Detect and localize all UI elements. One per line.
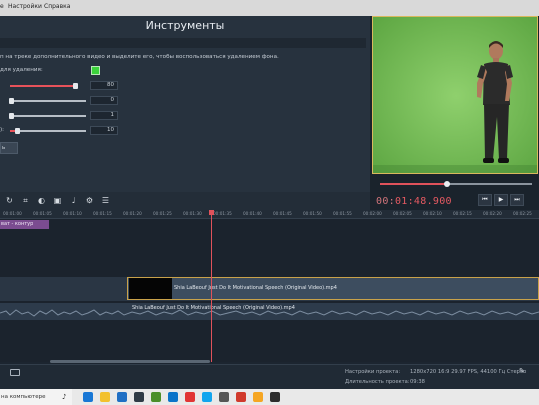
ruler-tick: 00:01:25 (153, 211, 172, 216)
video-clip-thumbnail (129, 278, 172, 299)
playhead[interactable] (211, 210, 212, 362)
timecode-main: 01:48.900 (394, 196, 452, 207)
ruler-tick: 00:01:35 (213, 211, 232, 216)
ruler-tick: 00:01:40 (243, 211, 262, 216)
prev-frame-button[interactable]: ⏮ (478, 194, 492, 206)
menu-item-help[interactable]: Справка (44, 3, 70, 10)
slider-track[interactable] (10, 115, 86, 117)
timeline-scrollbar[interactable] (50, 360, 210, 363)
ruler-tick: 00:01:55 (333, 211, 352, 216)
status-bar (0, 364, 539, 389)
menu-item-file[interactable]: е (0, 3, 4, 10)
crop-icon[interactable]: ⌗ (20, 195, 31, 206)
playhead-handle[interactable] (209, 210, 214, 215)
slider-knob[interactable] (9, 113, 14, 119)
taskbar-app-icon[interactable] (236, 392, 246, 402)
taskbar-app-icon[interactable] (168, 392, 178, 402)
color-adjust-icon[interactable]: ◐ (36, 195, 47, 206)
microphone-icon[interactable]: ♩ (68, 195, 79, 206)
seek-progress (380, 183, 447, 185)
ruler-tick: 00:02:10 (423, 211, 442, 216)
taskbar-app-icon[interactable] (270, 392, 280, 402)
image-icon[interactable]: ▣ (52, 195, 63, 206)
slider-track[interactable] (10, 100, 86, 102)
timecode: 00:01:48.900 (376, 196, 452, 207)
ruler-tick: 00:02:15 (453, 211, 472, 216)
taskbar-app-icon[interactable] (185, 392, 195, 402)
ruler-tick: 00:01:30 (183, 211, 202, 216)
export-icon[interactable] (10, 369, 20, 376)
key-color-label: для удаления: (0, 67, 43, 73)
taskbar-app-icon[interactable] (134, 392, 144, 402)
ruler-tick: 00:02:25 (513, 211, 532, 216)
ruler-tick: 00:01:45 (273, 211, 292, 216)
microphone-icon[interactable]: ♪ (62, 393, 66, 401)
taskbar-app-icon[interactable] (151, 392, 161, 402)
seek-knob[interactable] (444, 181, 450, 187)
apply-button[interactable]: ь (0, 142, 18, 154)
ruler-tick: 00:01:05 (33, 211, 52, 216)
slider-label: ): (0, 127, 5, 133)
slider-track[interactable] (10, 130, 86, 132)
slider-value-field[interactable]: 10 (90, 126, 118, 135)
menu-item-settings[interactable]: Настройки (8, 3, 42, 10)
video-clip-label: Shia LaBeouf Just Do It Motivational Spe… (174, 285, 337, 291)
slider-knob[interactable] (9, 98, 14, 104)
taskbar-app-icon[interactable] (83, 392, 93, 402)
project-duration-value: 09:38 (410, 379, 425, 385)
ruler-tick: 00:01:00 (3, 211, 22, 216)
slider-value-field[interactable]: 0 (90, 96, 118, 105)
edit-settings-icon[interactable]: ✎ (519, 367, 525, 375)
person-figure (373, 17, 537, 173)
project-settings-label: Настройки проекта: (345, 369, 401, 375)
title-clip[interactable]: ват - контур (0, 220, 49, 229)
slider-fill (10, 85, 74, 87)
video-preview[interactable] (372, 16, 538, 174)
slider-value-field[interactable]: 80 (90, 81, 118, 90)
menu-bar: е Настройки Справка (0, 0, 539, 16)
ruler-tick: 00:01:50 (303, 211, 322, 216)
timecode-hours: 00: (376, 196, 395, 207)
tools-title: Инструменты (145, 19, 225, 32)
rotate-icon[interactable]: ↻ (4, 195, 15, 206)
project-duration-label: Длительность проекта: (345, 379, 410, 385)
tools-description: п на треке дополнительного видео и выдел… (0, 54, 279, 60)
taskbar-app-icon[interactable] (219, 392, 229, 402)
key-color-swatch[interactable] (91, 66, 100, 75)
ruler-tick: 00:02:20 (483, 211, 502, 216)
ruler-tick: 00:01:10 (63, 211, 82, 216)
ruler-tick: 00:02:05 (393, 211, 412, 216)
taskbar-app-icon[interactable] (100, 392, 110, 402)
slider-value-field[interactable]: 1 (90, 111, 118, 120)
ruler-tick: 00:01:20 (123, 211, 142, 216)
slider-knob[interactable] (15, 128, 20, 134)
audio-clip-label: Shia LaBeouf Just Do It Motivational Spe… (132, 305, 295, 311)
next-frame-button[interactable]: ⏭ (510, 194, 524, 206)
tools-header-strip (0, 38, 366, 48)
project-settings-value: 1280x720 16:9 29.97 FPS, 44100 Гц Стерео (410, 369, 527, 375)
equalizer-icon[interactable]: ☰ (100, 195, 111, 206)
gear-icon[interactable]: ⚙ (84, 195, 95, 206)
taskbar-app-icon[interactable] (117, 392, 127, 402)
ruler-tick: 00:02:00 (363, 211, 382, 216)
taskbar-app-icon[interactable] (202, 392, 212, 402)
taskbar-app-icon[interactable] (253, 392, 263, 402)
slider-knob[interactable] (73, 83, 78, 89)
play-button[interactable]: ▶ (494, 194, 508, 206)
ruler-tick: 00:01:15 (93, 211, 112, 216)
